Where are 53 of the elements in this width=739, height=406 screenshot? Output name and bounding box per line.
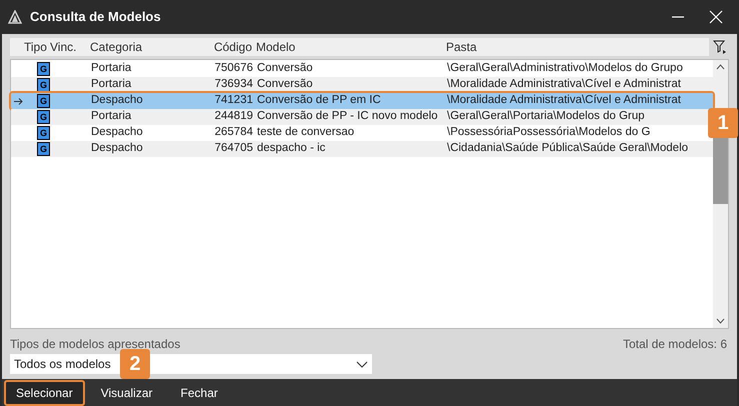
table-cell-text: \Geral\Geral\Administrativo\Modelos do Grupo <box>446 61 684 76</box>
scrollbar[interactable] <box>713 60 728 328</box>
model-type-icon: G <box>37 142 50 156</box>
table-cell-text: 244819 <box>214 109 253 124</box>
table-cell-text: \Geral\Geral\Portaria\Modelos do Grup <box>446 109 646 124</box>
close-icon[interactable] <box>709 10 723 24</box>
app-logo-icon <box>8 10 22 24</box>
table-cell-text: despacho - ic <box>256 141 326 156</box>
table-cell-text: Despacho <box>91 125 144 140</box>
column-header[interactable]: Pasta <box>442 38 709 56</box>
table-cell-text: 750676 <box>214 61 253 76</box>
callout-tooltip: 2 <box>120 349 150 379</box>
model-type-icon: G <box>37 110 50 124</box>
table-row[interactable]: G Despacho 741231 Conversão de PP em IC \Moralidade Administrativa\Cível e Administrat <box>11 93 713 109</box>
table-cell-text: 736934 <box>214 77 253 92</box>
column-header[interactable]: Categoria <box>90 38 200 56</box>
table-cell-text: Portaria <box>91 61 132 76</box>
table-cell-text: 764705 <box>214 141 253 156</box>
filter-icon[interactable] <box>713 40 727 54</box>
action-button[interactable]: Visualizar <box>88 380 165 406</box>
table-cell-text: 741231 <box>214 93 253 108</box>
column-header[interactable]: Vinc. <box>50 38 90 56</box>
table-cell-text: \Moralidade Administrativa\Cível e Administrat <box>446 77 682 92</box>
table-row[interactable]: G Despacho 764705 despacho - ic \Cidadania\Saúde Pública\Saúde Geral\Modelo <box>11 141 713 157</box>
model-type-icon: G <box>37 94 50 108</box>
column-header[interactable]: Tipo <box>10 38 50 56</box>
scroll-up-icon[interactable] <box>716 64 725 70</box>
total-count: Total de modelos: 6 <box>622 336 727 353</box>
callout-tooltip: 1 <box>708 108 738 138</box>
table-cell-text: Despacho <box>91 141 144 156</box>
table-cell-text: Portaria <box>91 109 132 124</box>
column-header[interactable]: Modelo <box>252 38 442 56</box>
model-type-icon: G <box>37 78 50 92</box>
table-cell-text: \Cidadania\Saúde Pública\Saúde Geral\Modelo <box>446 141 690 156</box>
table-cell-text: Conversão de PP em IC <box>256 93 382 108</box>
window-title: Consulta de Modelos <box>30 8 161 26</box>
table-cell-text: Portaria <box>91 77 132 92</box>
current-row-arrow-icon <box>14 98 22 104</box>
table-cell-text: \PossessóriaPossessória\Modelos do G <box>446 125 652 140</box>
scroll-down-icon[interactable] <box>716 318 725 324</box>
chevron-down-icon <box>356 360 368 368</box>
table-cell-text: Despacho <box>91 93 144 108</box>
table-cell-text: Conversão de PP - IC novo modelo <box>256 109 439 124</box>
table-cell-text: Conversão <box>256 77 314 92</box>
action-button[interactable]: Selecionar <box>4 380 85 406</box>
table-cell-text: 265784 <box>214 125 253 140</box>
table-cell-text: Conversão <box>256 61 314 76</box>
column-header[interactable]: Código <box>200 38 252 56</box>
table-cell-text: \Moralidade Administrativa\Cível e Administrat <box>446 93 682 108</box>
model-type-icon: G <box>37 62 50 76</box>
action-button[interactable]: Fechar <box>168 380 230 406</box>
table-cell-text: teste de conversao <box>256 125 356 140</box>
model-type-icon: G <box>37 126 50 140</box>
